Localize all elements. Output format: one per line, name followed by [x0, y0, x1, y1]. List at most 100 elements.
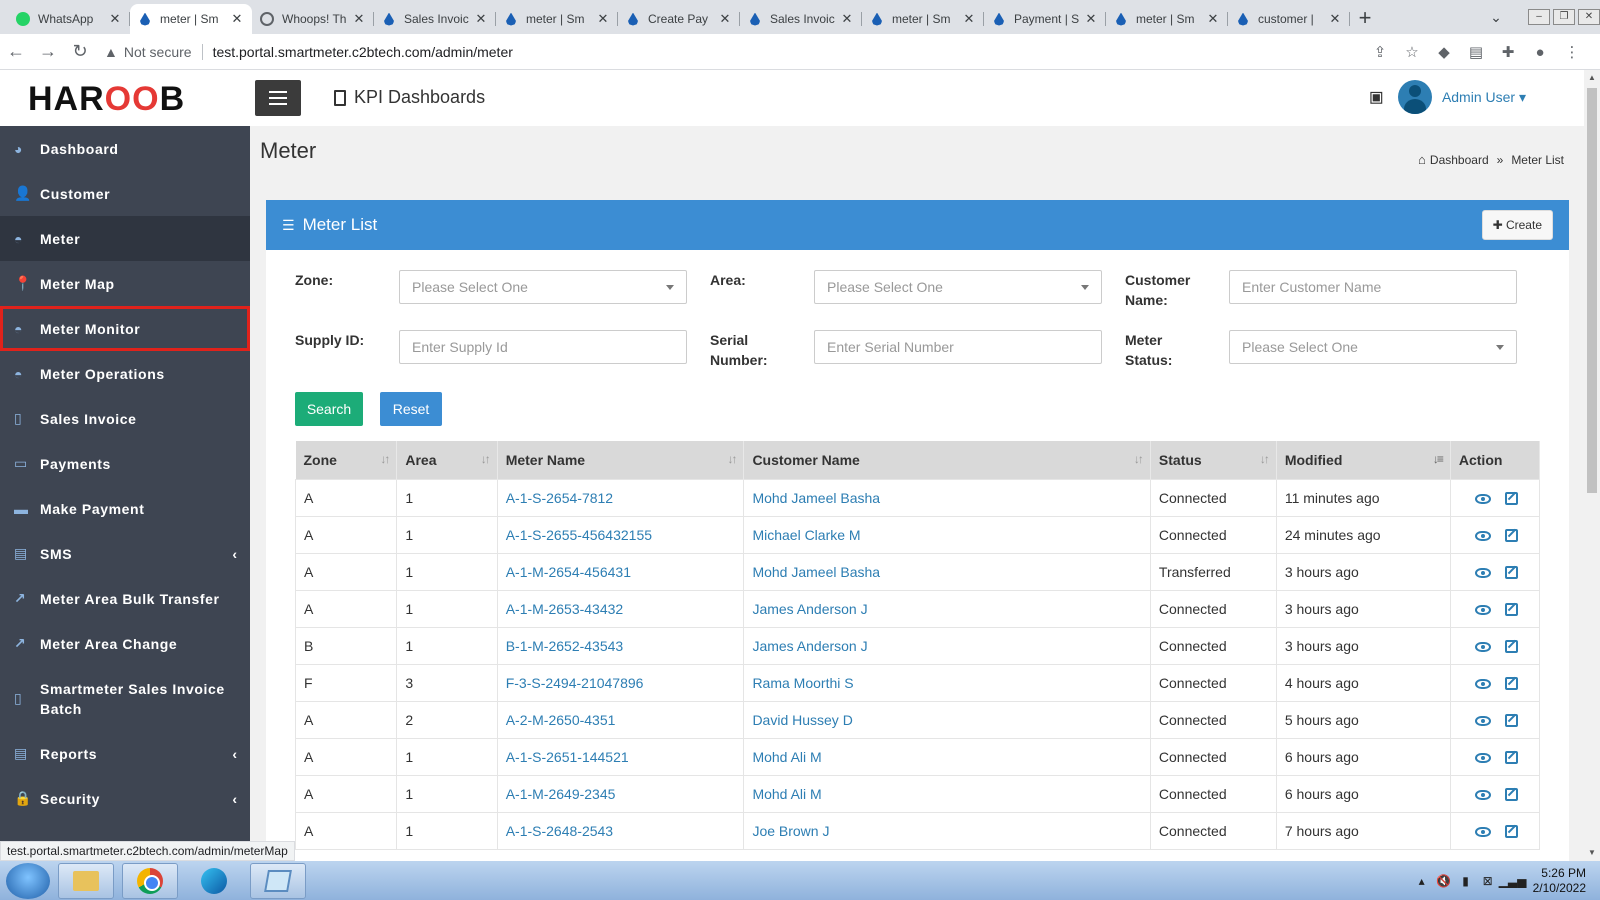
sidebar-item-sales-invoice[interactable]: ▯ Sales Invoice	[0, 396, 250, 441]
view-eye-icon[interactable]	[1474, 530, 1491, 541]
customer-name-link[interactable]: James Anderson J	[743, 589, 1151, 628]
taskbar-explorer[interactable]	[58, 862, 114, 899]
customer-name-link[interactable]: Joe Brown J	[743, 811, 1151, 850]
restore-button[interactable]: ❐	[1553, 9, 1575, 25]
meter-name-link[interactable]: B-1-M-2652-43543	[496, 626, 745, 665]
sidebar-item-meter-monitor[interactable]: ◓ Meter Monitor	[0, 306, 250, 351]
avatar[interactable]	[1397, 80, 1432, 114]
battery-icon[interactable]: ▮	[1455, 874, 1477, 888]
view-eye-icon[interactable]	[1474, 678, 1491, 689]
hamburger-menu-button[interactable]	[255, 80, 301, 116]
sidebar-item-meter[interactable]: ◓ Meter	[0, 216, 250, 261]
sidebar-item-smartmeter-sales-invoice-batch[interactable]: ▯ Smartmeter Sales Invoice Batch	[0, 666, 250, 731]
close-tab-icon[interactable]: ✕	[230, 11, 244, 27]
taskbar-edge[interactable]	[186, 863, 242, 899]
close-tab-icon[interactable]: ✕	[1206, 11, 1220, 27]
network-error-icon[interactable]: ⊠	[1477, 874, 1499, 888]
edit-icon[interactable]	[1504, 529, 1518, 543]
meter-name-link[interactable]: A-2-M-2650-4351	[496, 700, 745, 739]
close-tab-icon[interactable]: ✕	[962, 11, 976, 27]
tray-expand-icon[interactable]: ▴	[1411, 874, 1433, 888]
sidebar-item-dashboard[interactable]: ◕ Dashboard	[0, 126, 250, 171]
meter-name-link[interactable]: F-3-S-2494-21047896	[496, 663, 745, 702]
view-eye-icon[interactable]	[1474, 493, 1491, 504]
sidebar-item-meter-map[interactable]: 📍 Meter Map	[0, 261, 250, 306]
browser-tab[interactable]: meter | Sm ✕	[862, 4, 984, 34]
view-eye-icon[interactable]	[1474, 715, 1491, 726]
area-select[interactable]: Please Select One	[814, 270, 1102, 304]
view-eye-icon[interactable]	[1474, 789, 1491, 800]
kpi-dashboards-link[interactable]: KPI Dashboards	[334, 87, 485, 108]
volume-muted-icon[interactable]: 🔇	[1433, 874, 1455, 888]
customer-name-link[interactable]: Mohd Ali M	[743, 774, 1151, 813]
kebab-menu-icon[interactable]: ⋮	[1556, 43, 1588, 61]
edit-icon[interactable]	[1504, 603, 1518, 617]
browser-tab[interactable]: Sales Invoic ✕	[374, 4, 496, 34]
meter-name-link[interactable]: A-1-S-2648-2543	[496, 811, 745, 850]
meter-name-link[interactable]: A-1-M-2649-2345	[496, 774, 745, 813]
supply-id-input[interactable]: Enter Supply Id	[399, 330, 687, 364]
browser-tab[interactable]: meter | Sm ✕	[496, 4, 618, 34]
meter-name-link[interactable]: A-1-S-2651-144521	[496, 737, 745, 776]
meter-name-link[interactable]: A-1-S-2654-7812	[496, 478, 745, 517]
meter-name-link[interactable]: A-1-M-2654-456431	[496, 552, 745, 591]
view-eye-icon[interactable]	[1474, 752, 1491, 763]
browser-tab[interactable]: customer | ✕	[1228, 4, 1350, 34]
customer-name-link[interactable]: Mohd Jameel Basha	[743, 552, 1151, 591]
meter-name-link[interactable]: A-1-S-2655-456432155	[496, 515, 745, 554]
meter-name-link[interactable]: A-1-M-2653-43432	[496, 589, 745, 628]
puzzle-icon[interactable]: ✚	[1492, 43, 1524, 61]
sidebar-item-payments[interactable]: ▭ Payments	[0, 441, 250, 486]
sidebar-item-reports[interactable]: ▤ Reports ‹	[0, 731, 250, 776]
reload-icon[interactable]: ↻	[64, 41, 96, 62]
customer-name-link[interactable]: Michael Clarke M	[743, 515, 1151, 554]
view-eye-icon[interactable]	[1474, 604, 1491, 615]
customer-name-link[interactable]: James Anderson J	[743, 626, 1151, 665]
column-header-modified[interactable]: Modified ↓≡	[1276, 441, 1451, 479]
browser-tab[interactable]: Whoops! Th ✕	[252, 4, 374, 34]
minimize-button[interactable]: –	[1528, 9, 1550, 25]
scrollbar-thumb[interactable]	[1587, 88, 1597, 493]
sidebar-item-meter-area-bulk-transfer[interactable]: ↗ Meter Area Bulk Transfer	[0, 576, 250, 621]
breadcrumb-dashboard-link[interactable]: Dashboard	[1430, 153, 1489, 167]
scroll-up-icon[interactable]: ▲	[1584, 70, 1600, 86]
close-tab-icon[interactable]: ✕	[718, 11, 732, 27]
column-header-meter-name[interactable]: Meter Name ↓↑	[497, 441, 745, 479]
create-button[interactable]: ✚ Create	[1481, 210, 1553, 240]
close-tab-icon[interactable]: ✕	[1084, 11, 1098, 27]
search-button[interactable]: Search	[295, 392, 363, 426]
tab-search-icon[interactable]: ⌄	[1481, 9, 1511, 26]
edit-icon[interactable]	[1504, 714, 1518, 728]
customer-name-link[interactable]: David Hussey D	[743, 700, 1151, 739]
new-tab-button[interactable]: +	[1350, 4, 1380, 34]
omnibox[interactable]: ▲ Not secure test.portal.smartmeter.c2bt…	[104, 38, 1404, 66]
edit-icon[interactable]	[1504, 492, 1518, 506]
browser-tab[interactable]: WhatsApp ✕	[8, 4, 130, 34]
serial-number-input[interactable]: Enter Serial Number	[814, 330, 1102, 364]
browser-tab[interactable]: meter | Sm ✕	[1106, 4, 1228, 34]
customer-name-link[interactable]: Mohd Jameel Basha	[743, 478, 1151, 517]
sidebar-item-meter-area-change[interactable]: ↗ Meter Area Change	[0, 621, 250, 666]
sidebar-item-meter-operations[interactable]: ◓ Meter Operations	[0, 351, 250, 396]
close-tab-icon[interactable]: ✕	[840, 11, 854, 27]
edit-icon[interactable]	[1504, 566, 1518, 580]
column-header-customer-name[interactable]: Customer Name ↓↑	[743, 441, 1151, 479]
harob-logo[interactable]: HAROOB	[28, 80, 185, 119]
taskbar-clock[interactable]: 5:26 PM 2/10/2022	[1533, 866, 1586, 896]
edit-icon[interactable]	[1504, 751, 1518, 765]
close-tab-icon[interactable]: ✕	[108, 11, 122, 27]
signal-icon[interactable]: ▁▃▅	[1499, 874, 1527, 888]
sidebar-item-security[interactable]: 🔒 Security ‹	[0, 776, 250, 821]
taskbar-chrome[interactable]	[122, 862, 178, 899]
browser-tab[interactable]: Sales Invoic ✕	[740, 4, 862, 34]
tag-icon[interactable]: ◈	[1360, 82, 1390, 112]
close-window-button[interactable]: ✕	[1578, 9, 1600, 25]
column-header-status[interactable]: Status ↓↑	[1150, 441, 1277, 479]
zone-select[interactable]: Please Select One	[399, 270, 687, 304]
customer-name-link[interactable]: Mohd Ali M	[743, 737, 1151, 776]
sidebar-item-sms[interactable]: ▤ SMS ‹	[0, 531, 250, 576]
view-eye-icon[interactable]	[1474, 567, 1491, 578]
sidebar-item-customer[interactable]: 👤 Customer	[0, 171, 250, 216]
browser-tab[interactable]: meter | Sm ✕	[130, 4, 252, 34]
close-tab-icon[interactable]: ✕	[474, 11, 488, 27]
